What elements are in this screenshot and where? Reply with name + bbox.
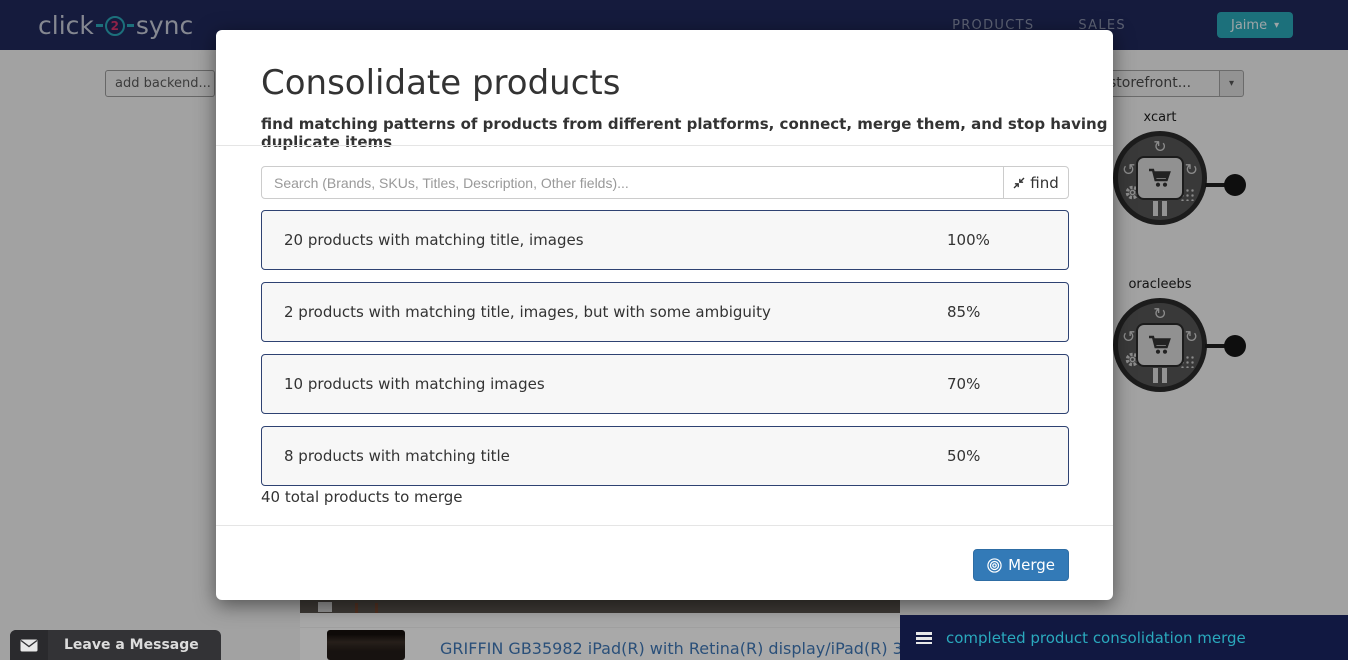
list-icon [916,632,932,644]
match-group-percent: 85% [947,303,980,321]
match-group-row[interactable]: 8 products with matching title 50% [261,426,1069,486]
match-group-row[interactable]: 2 products with matching title, images, … [261,282,1069,342]
notification-bar[interactable]: completed product consolidation merge [900,615,1348,660]
compress-icon [1013,177,1025,189]
match-group-row[interactable]: 10 products with matching images 70% [261,354,1069,414]
match-group-list: 20 products with matching title, images … [261,210,1069,498]
header-divider [216,145,1113,146]
find-button[interactable]: find [1003,166,1069,199]
merge-button-label: Merge [1008,556,1055,574]
modal-title: Consolidate products [261,63,620,103]
consolidate-products-modal: Consolidate products find matching patte… [216,30,1113,600]
match-group-percent: 100% [947,231,990,249]
match-group-label: 2 products with matching title, images, … [284,303,771,321]
search-input[interactable] [261,166,1004,199]
match-group-percent: 50% [947,447,980,465]
screen: click 2 sync PRODUCTS SALES Jaime ▾ add … [0,0,1348,660]
match-group-row[interactable]: 20 products with matching title, images … [261,210,1069,270]
total-products-text: 40 total products to merge [261,488,463,506]
match-group-percent: 70% [947,375,980,393]
match-group-label: 8 products with matching title [284,447,510,465]
merge-button[interactable]: Merge [973,549,1069,581]
chat-widget-label: Leave a Message [48,637,221,653]
notification-text: completed product consolidation merge [946,629,1246,647]
match-group-label: 20 products with matching title, images [284,231,584,249]
envelope-icon-box [10,630,48,660]
search-group: find [261,166,1069,199]
chat-widget[interactable]: Leave a Message [10,630,221,660]
bullseye-icon [987,558,1002,573]
envelope-icon [20,639,38,652]
match-group-label: 10 products with matching images [284,375,545,393]
footer-divider [216,525,1113,526]
find-button-label: find [1030,174,1058,192]
